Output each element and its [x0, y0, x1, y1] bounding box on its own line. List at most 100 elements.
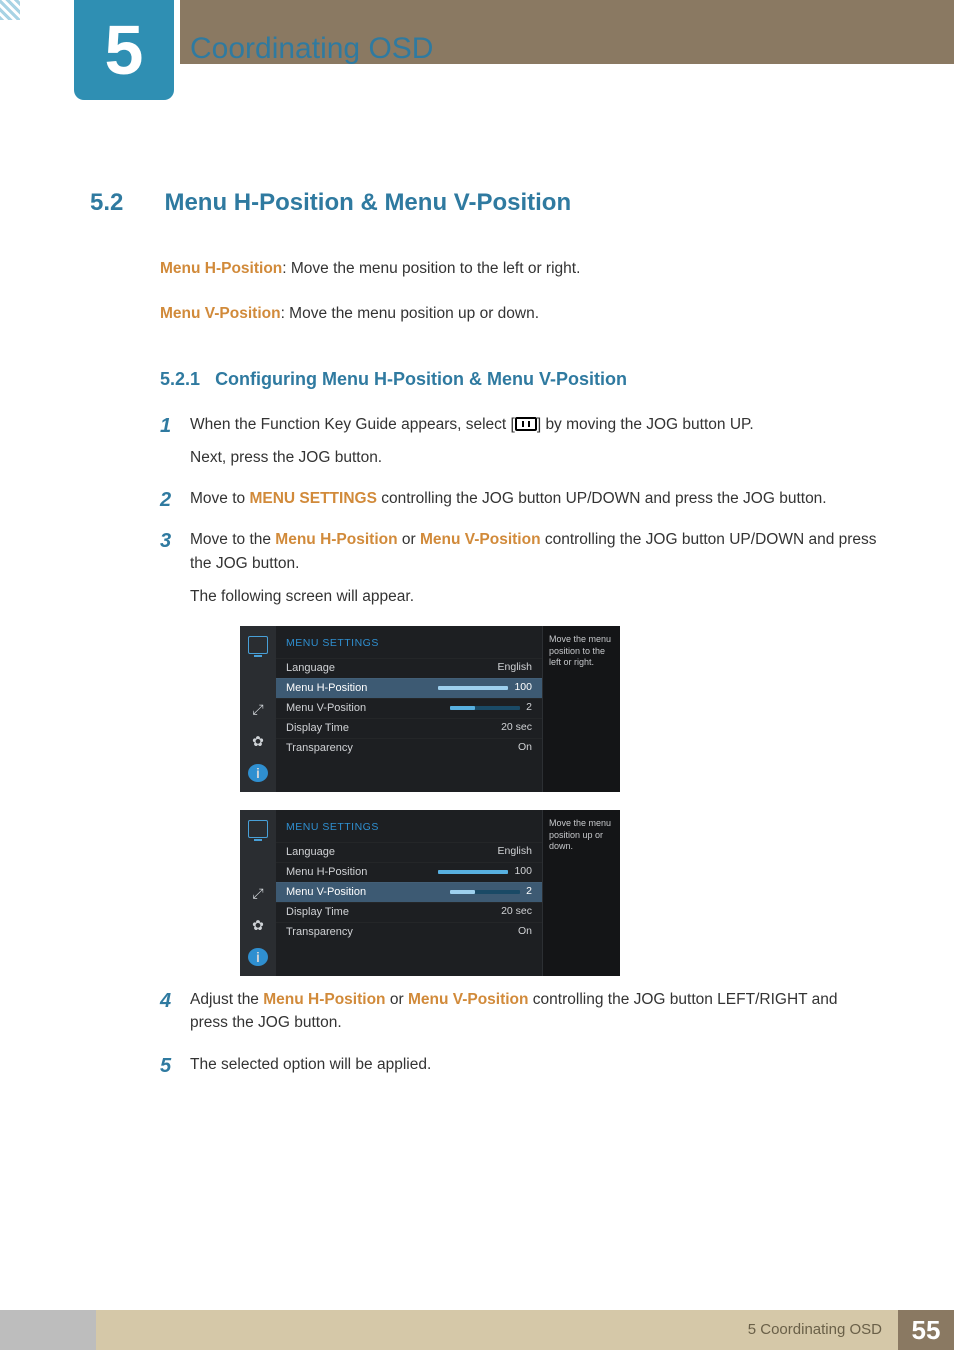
gear-icon: ✿ — [248, 916, 268, 934]
osd-row-h-position-2: Menu H-Position 100 — [276, 862, 542, 882]
osd-label-hpos: Menu H-Position — [286, 680, 367, 697]
term-menu-h-2: Menu H-Position — [263, 991, 385, 1008]
osd-value-vpos: 2 — [526, 700, 532, 716]
size-icon: ⤢ — [248, 884, 268, 902]
subsection-number: 5.2.1 — [160, 369, 200, 389]
osd-heading-2: MENU SETTINGS — [276, 816, 542, 842]
term-h-position: Menu H-Position — [160, 260, 282, 277]
osd-tip-v: Move the menu position up or down. — [542, 810, 620, 976]
definition-v-text: : Move the menu position up or down. — [281, 305, 539, 322]
step-2-a: Move to — [190, 490, 249, 507]
step-3-next: The following screen will appear. — [190, 585, 879, 608]
osd-value-vpos-2: 2 — [526, 884, 532, 900]
definition-v: Menu V-Position: Move the menu position … — [160, 302, 879, 325]
footer-left-block — [0, 1310, 96, 1350]
slider-hpos — [438, 686, 508, 690]
term-menu-v-2: Menu V-Position — [408, 991, 529, 1008]
osd-row-display-time-2: Display Time 20 sec — [276, 902, 542, 922]
osd-tip-h: Move the menu position to the left or ri… — [542, 626, 620, 792]
osd-row-language: Language English — [276, 658, 542, 678]
osd-label-vpos-2: Menu V-Position — [286, 884, 366, 901]
osd-label-vpos: Menu V-Position — [286, 700, 366, 717]
osd-value-hpos-2: 100 — [514, 864, 532, 880]
page-footer: 5 Coordinating OSD 55 — [0, 1310, 954, 1350]
osd-heading: MENU SETTINGS — [276, 632, 542, 658]
list-icon — [248, 668, 268, 686]
step-2: Move to MENU SETTINGS controlling the JO… — [160, 487, 879, 510]
chapter-title: Coordinating OSD — [190, 26, 433, 71]
slider-vpos — [450, 706, 520, 710]
osd-label-transparency: Transparency — [286, 740, 353, 757]
step-1: When the Function Key Guide appears, sel… — [160, 413, 879, 470]
osd-list-2: MENU SETTINGS Language English Menu H-Po… — [276, 810, 542, 976]
definition-h-text: : Move the menu position to the left or … — [282, 260, 580, 277]
osd-panel-h-position: ⤢ ✿ i MENU SETTINGS Language English Men… — [240, 626, 620, 792]
section-number: 5.2 — [90, 185, 160, 221]
osd-icon-bar: ⤢ ✿ i — [240, 626, 276, 792]
content-area: 5.2 Menu H-Position & Menu V-Position Me… — [90, 185, 879, 1094]
step-3-a: Move to the — [190, 531, 275, 548]
osd-label-displaytime: Display Time — [286, 720, 349, 737]
corner-hatch — [0, 0, 20, 20]
osd-label-displaytime-2: Display Time — [286, 904, 349, 921]
definition-h: Menu H-Position: Move the menu position … — [160, 257, 879, 280]
term-menu-h: Menu H-Position — [275, 531, 397, 548]
osd-row-transparency: Transparency On — [276, 738, 542, 758]
osd-row-v-position: Menu V-Position 2 — [276, 698, 542, 718]
osd-value-hpos: 100 — [514, 680, 532, 696]
step-1-next: Next, press the JOG button. — [190, 446, 879, 469]
osd-row-h-position-selected: Menu H-Position 100 — [276, 678, 542, 698]
subsection-heading: 5.2.1 Configuring Menu H-Position & Menu… — [160, 366, 879, 393]
osd-row-transparency-2: Transparency On — [276, 922, 542, 942]
footer-chapter-label: 5 Coordinating OSD — [96, 1310, 898, 1350]
osd-row-language-2: Language English — [276, 842, 542, 862]
steps-list: When the Function Key Guide appears, sel… — [160, 413, 879, 609]
step-1-text-a: When the Function Key Guide appears, sel… — [190, 416, 515, 433]
slider-hpos-2 — [438, 870, 508, 874]
osd-label-hpos-2: Menu H-Position — [286, 864, 367, 881]
step-3-mid: or — [398, 531, 420, 548]
subsection-title: Configuring Menu H-Position & Menu V-Pos… — [215, 369, 627, 389]
monitor-icon — [248, 636, 268, 654]
osd-value-displaytime: 20 sec — [501, 720, 532, 736]
osd-value-language: English — [498, 660, 532, 676]
osd-panel-v-position: ⤢ ✿ i MENU SETTINGS Language English Men… — [240, 810, 620, 976]
menu-icon — [515, 417, 537, 431]
info-icon: i — [248, 764, 268, 782]
osd-label-language: Language — [286, 660, 335, 677]
step-4: Adjust the Menu H-Position or Menu V-Pos… — [160, 988, 879, 1035]
slider-vpos-2 — [450, 890, 520, 894]
osd-value-transparency: On — [518, 740, 532, 756]
step-2-b: controlling the JOG button UP/DOWN and p… — [377, 490, 827, 507]
steps-list-2: Adjust the Menu H-Position or Menu V-Pos… — [160, 988, 879, 1076]
term-v-position: Menu V-Position — [160, 305, 281, 322]
osd-row-v-position-selected: Menu V-Position 2 — [276, 882, 542, 902]
step-4-a: Adjust the — [190, 991, 263, 1008]
step-5-text: The selected option will be applied. — [190, 1056, 431, 1073]
osd-label-language-2: Language — [286, 844, 335, 861]
list-icon — [248, 852, 268, 870]
term-menu-v: Menu V-Position — [420, 531, 541, 548]
osd-icon-bar-2: ⤢ ✿ i — [240, 810, 276, 976]
monitor-icon — [248, 820, 268, 838]
term-menu-settings: MENU SETTINGS — [249, 490, 376, 507]
osd-value-transparency-2: On — [518, 924, 532, 940]
chapter-number: 5 — [105, 15, 144, 85]
section-heading: 5.2 Menu H-Position & Menu V-Position — [90, 185, 879, 221]
osd-list: MENU SETTINGS Language English Menu H-Po… — [276, 626, 542, 792]
osd-value-displaytime-2: 20 sec — [501, 904, 532, 920]
step-1-text-b: ] by moving the JOG button UP. — [537, 416, 754, 433]
step-4-mid: or — [386, 991, 408, 1008]
chapter-number-tab: 5 — [74, 0, 174, 100]
osd-label-transparency-2: Transparency — [286, 924, 353, 941]
size-icon: ⤢ — [248, 700, 268, 718]
gear-icon: ✿ — [248, 732, 268, 750]
osd-figures: ⤢ ✿ i MENU SETTINGS Language English Men… — [160, 626, 879, 976]
section-title: Menu H-Position & Menu V-Position — [164, 189, 571, 216]
step-5: The selected option will be applied. — [160, 1053, 879, 1076]
osd-row-display-time: Display Time 20 sec — [276, 718, 542, 738]
page-number: 55 — [898, 1310, 954, 1350]
step-3: Move to the Menu H-Position or Menu V-Po… — [160, 528, 879, 608]
osd-value-language-2: English — [498, 844, 532, 860]
info-icon: i — [248, 948, 268, 966]
